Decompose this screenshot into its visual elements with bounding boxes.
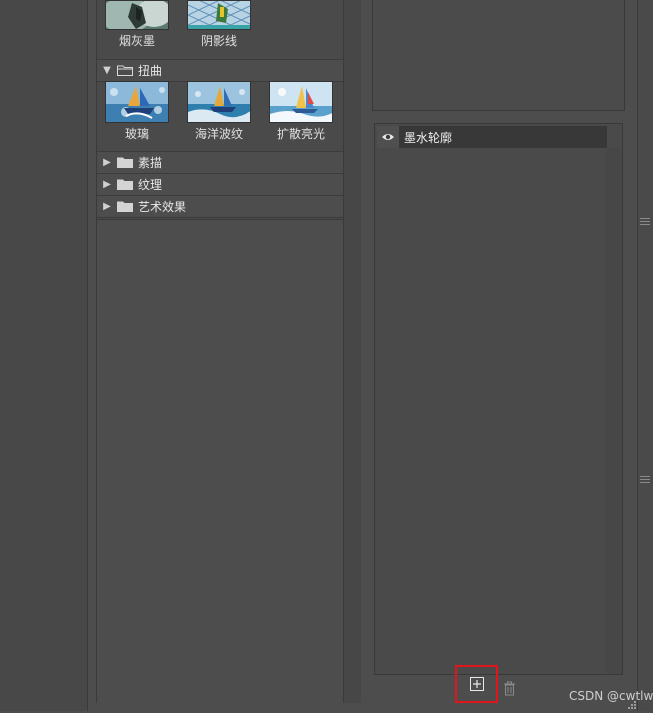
left-edge-panel [0, 0, 88, 711]
right-scroll-strip[interactable] [637, 0, 653, 711]
new-layer-icon [469, 677, 484, 691]
resize-grip-icon[interactable] [627, 699, 637, 709]
collapse-triangle-icon[interactable]: ▶ [99, 157, 115, 168]
thumb-row-distort: 玻璃 海洋波纹 扩散亮光 [105, 81, 333, 142]
category-label: 素描 [138, 156, 163, 170]
folder-open-icon [117, 65, 133, 76]
thumb-label: 烟灰墨 [118, 34, 155, 48]
eye-icon [382, 134, 394, 140]
folder-icon [117, 201, 133, 212]
thumb-label: 阴影线 [200, 34, 237, 48]
filter-thumb-ocean-ripple[interactable]: 海洋波纹 [187, 81, 251, 142]
visibility-toggle[interactable] [377, 126, 399, 148]
effect-layer-row[interactable]: 墨水轮廓 [377, 126, 607, 148]
thumb-label: 海洋波纹 [194, 127, 243, 141]
grip-handle-icon[interactable] [640, 474, 650, 488]
category-label: 扭曲 [138, 64, 163, 78]
trash-icon [504, 681, 515, 696]
thumb-image [187, 81, 251, 123]
layer-toolbar [455, 665, 535, 705]
filter-gallery: 烟灰墨 阴影线 ▼ 扭曲 玻璃 海洋波纹 扩散亮光 ▶ 素描 ▶ 纹理 ▶ 艺术… [96, 0, 361, 704]
expand-triangle-icon[interactable]: ▼ [99, 65, 115, 76]
new-effect-layer-button[interactable] [455, 665, 498, 703]
effect-layer-name[interactable]: 墨水轮廓 [399, 126, 607, 148]
thumb-label: 玻璃 [124, 127, 149, 141]
category-texture[interactable]: ▶ 纹理 [97, 173, 343, 196]
delete-effect-layer-button[interactable] [503, 681, 516, 699]
category-label: 艺术效果 [138, 200, 187, 214]
filter-thumb-ink[interactable]: 烟灰墨 [105, 0, 169, 49]
thumb-image [187, 0, 251, 30]
folder-icon [117, 179, 133, 190]
thumb-image [105, 81, 169, 123]
gallery-scrollbar[interactable] [343, 0, 361, 703]
thumb-image [105, 0, 169, 30]
category-label: 纹理 [138, 178, 163, 192]
filter-thumb-crosshatch[interactable]: 阴影线 [187, 0, 251, 49]
effect-layers-panel: 墨水轮廓 [374, 123, 623, 675]
layers-scrollbar[interactable] [606, 148, 622, 674]
thumb-row-top: 烟灰墨 阴影线 [105, 0, 251, 49]
filter-thumb-glass[interactable]: 玻璃 [105, 81, 169, 142]
watermark-text: CSDN @cwtlw [569, 689, 653, 703]
gallery-empty-area [97, 219, 343, 704]
thumb-image [269, 81, 333, 123]
collapse-triangle-icon[interactable]: ▶ [99, 201, 115, 212]
category-artistic[interactable]: ▶ 艺术效果 [97, 195, 343, 218]
filter-thumb-diffuse-glow[interactable]: 扩散亮光 [269, 81, 333, 142]
collapse-triangle-icon[interactable]: ▶ [99, 179, 115, 190]
category-sketch[interactable]: ▶ 素描 [97, 151, 343, 174]
grip-handle-icon[interactable] [640, 216, 650, 230]
thumb-label: 扩散亮光 [276, 127, 325, 141]
folder-icon [117, 157, 133, 168]
filter-settings-panel [372, 0, 625, 111]
category-distort[interactable]: ▼ 扭曲 [97, 59, 343, 82]
